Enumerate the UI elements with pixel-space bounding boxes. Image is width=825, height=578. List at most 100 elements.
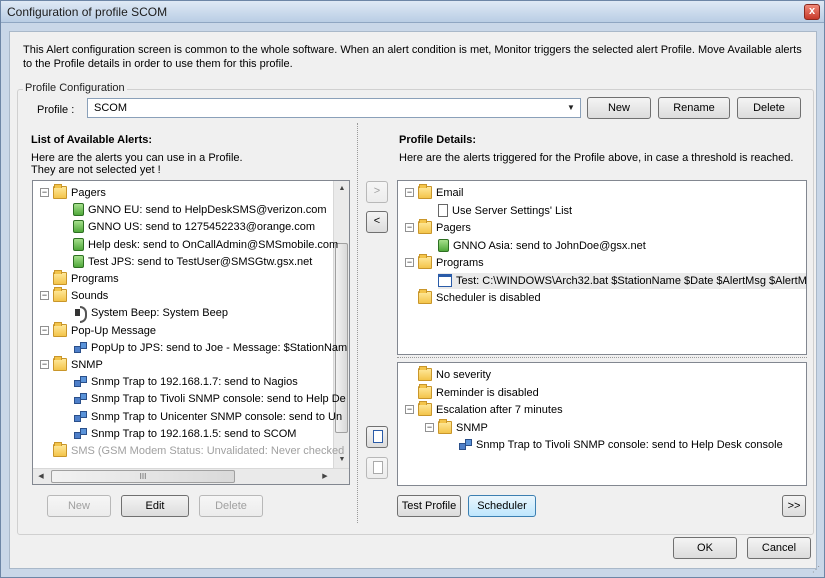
tree-item-label: Snmp Trap to Tivoli SNMP console: send t… <box>91 393 346 406</box>
tree-item[interactable]: Scheduler is disabled <box>418 289 542 306</box>
tree-item[interactable]: − Escalation after 7 minutes <box>405 401 564 418</box>
network-icon <box>73 392 87 405</box>
add-to-profile-button[interactable]: > <box>366 181 388 203</box>
tree-item[interactable]: − Sounds <box>40 287 109 304</box>
folder-icon <box>53 442 67 457</box>
tree-item[interactable]: System Beep: System Beep <box>73 305 229 324</box>
tree-item[interactable]: No severity <box>418 366 492 383</box>
tree-item[interactable]: Help desk: send to OnCallAdmin@SMSmobile… <box>73 237 339 253</box>
tree-item[interactable]: Snmp Trap to Tivoli SNMP console: send t… <box>458 437 784 453</box>
folder-icon <box>53 287 67 303</box>
collapse-toggle-icon[interactable]: − <box>40 188 49 197</box>
tree-item[interactable]: Snmp Trap to Unicenter SNMP console: sen… <box>73 409 343 425</box>
tree-item[interactable]: Reminder is disabled <box>418 383 540 401</box>
collapse-toggle-icon[interactable]: − <box>40 291 49 301</box>
tree-item[interactable]: − Email <box>405 184 465 201</box>
scroll-right-icon[interactable]: ▶ <box>317 469 333 484</box>
tree-item[interactable]: Test JPS: send to TestUser@SMSGtw.gsx.ne… <box>73 254 313 270</box>
collapse-toggle-icon[interactable]: − <box>405 188 414 197</box>
more-options-button[interactable]: >> <box>782 495 806 517</box>
network-icon <box>73 375 87 388</box>
tree-item[interactable]: PopUp to JPS: send to Joe - Message: $St… <box>73 340 348 356</box>
tree-item-label: GNNO Asia: send to JohnDoe@gsx.net <box>453 239 646 252</box>
close-button[interactable]: x <box>804 4 820 20</box>
scroll-up-icon[interactable]: ▲ <box>334 181 349 197</box>
panel-divider[interactable] <box>357 123 358 523</box>
tree-item-label: Programs <box>71 273 119 285</box>
tree-item[interactable]: − SNMP <box>425 418 489 436</box>
chevron-down-icon[interactable]: ▼ <box>564 101 578 115</box>
paste-escalation-button[interactable] <box>366 457 388 479</box>
tree-item-label: SMS (GSM Modem Status: Unvalidated: Neve… <box>71 445 345 457</box>
collapse-toggle-icon[interactable]: − <box>405 405 414 414</box>
tree-item[interactable]: Programs <box>53 270 120 287</box>
tree-item[interactable]: − SNMP <box>40 356 104 373</box>
tree-item[interactable]: − Pagers <box>405 219 472 236</box>
profile-select[interactable]: SCOM ▼ <box>87 98 581 118</box>
collapse-toggle-icon[interactable]: − <box>40 325 49 335</box>
scheduler-button[interactable]: Scheduler <box>468 495 536 517</box>
tree-item-label: System Beep: System Beep <box>91 307 228 320</box>
tree-item[interactable]: − Pagers <box>40 184 107 201</box>
title-bar[interactable]: Configuration of profile SCOM x <box>1 1 824 23</box>
collapse-toggle-icon[interactable]: − <box>425 422 434 432</box>
profile-label: Profile : <box>37 104 75 116</box>
tree-item[interactable]: Use Server Settings' List <box>438 203 573 219</box>
tree-item[interactable]: Snmp Trap to Tivoli SNMP console: send t… <box>73 391 347 407</box>
tree-item-label: Reminder is disabled <box>436 386 539 399</box>
tree-item-label: Escalation after 7 minutes <box>436 404 563 416</box>
available-alerts-desc-line2: They are not selected yet ! <box>31 164 161 176</box>
available-alerts-title: List of Available Alerts: <box>31 134 153 146</box>
collapse-toggle-icon[interactable]: − <box>405 258 414 267</box>
folder-icon <box>418 184 432 199</box>
profile-select-value: SCOM <box>94 102 127 114</box>
delete-profile-button[interactable]: Delete <box>737 97 801 119</box>
resize-grip-icon[interactable]: ⋰ <box>812 565 822 575</box>
available-horizontal-scrollbar[interactable]: ◀ III ▶ <box>33 468 349 484</box>
tree-item-label: Pagers <box>436 222 471 234</box>
window-title: Configuration of profile SCOM <box>7 5 168 19</box>
profile-details-tree[interactable]: − Email Use Server Settings' List − Pagers GN… <box>397 180 807 355</box>
rename-profile-button[interactable]: Rename <box>658 97 730 119</box>
network-icon <box>73 410 87 423</box>
profile-details-desc: Here are the alerts triggered for the Pr… <box>399 152 794 164</box>
tree-item-label: GNNO EU: send to HelpDeskSMS@verizon.com <box>88 204 327 217</box>
scroll-left-icon[interactable]: ◀ <box>33 469 49 484</box>
tree-item-label: Pop-Up Message <box>71 324 156 337</box>
tree-item[interactable]: Test: C:\WINDOWS\Arch32.bat $StationName… <box>438 272 806 289</box>
escalation-tree[interactable]: No severity Reminder is disabled − Escalati… <box>397 362 807 486</box>
tree-item[interactable]: GNNO Asia: send to JohnDoe@gsx.net <box>438 238 647 254</box>
edit-alert-button[interactable]: Edit <box>121 495 189 517</box>
new-profile-button[interactable]: New <box>587 97 651 119</box>
new-alert-button[interactable]: New <box>47 495 111 517</box>
available-alerts-tree[interactable]: ▲ ▼ ◀ III ▶ − Pagers GNNO EU: send to Help… <box>32 180 350 485</box>
program-icon <box>438 273 452 287</box>
tree-item[interactable]: Snmp Trap to 192.168.1.5: send to SCOM <box>73 426 297 442</box>
folder-icon <box>53 356 67 371</box>
details-splitter[interactable] <box>397 357 807 358</box>
tree-item[interactable]: GNNO EU: send to HelpDeskSMS@verizon.com <box>73 202 328 218</box>
horizontal-scrollbar-thumb[interactable]: III <box>51 470 235 483</box>
copy-icon <box>373 430 383 443</box>
available-vertical-scrollbar[interactable]: ▲ ▼ <box>333 181 349 468</box>
dialog-window: Configuration of profile SCOM x This Ale… <box>0 0 825 578</box>
tree-item[interactable]: Snmp Trap to 192.168.1.7: send to Nagios <box>73 374 299 390</box>
network-icon <box>458 438 472 451</box>
ok-button[interactable]: OK <box>673 537 737 559</box>
pager-icon <box>73 220 84 234</box>
collapse-toggle-icon[interactable]: − <box>405 223 414 232</box>
cancel-button[interactable]: Cancel <box>747 537 811 559</box>
pager-icon <box>73 254 84 268</box>
collapse-toggle-icon[interactable]: − <box>40 360 49 369</box>
test-profile-button[interactable]: Test Profile <box>397 495 461 517</box>
copy-to-escalation-button[interactable] <box>366 426 388 448</box>
folder-icon <box>418 289 432 304</box>
delete-alert-button[interactable]: Delete <box>199 495 263 517</box>
intro-text: This Alert configuration screen is commo… <box>23 44 802 70</box>
remove-from-profile-button[interactable]: < <box>366 211 388 233</box>
tree-item[interactable]: GNNO US: send to 1275452233@orange.com <box>73 219 316 235</box>
folder-icon <box>418 366 432 381</box>
tree-item[interactable]: − Pop-Up Message <box>40 321 157 339</box>
tree-item[interactable]: − Programs <box>405 254 485 271</box>
tree-item[interactable]: SMS (GSM Modem Status: Unvalidated: Neve… <box>53 442 345 459</box>
